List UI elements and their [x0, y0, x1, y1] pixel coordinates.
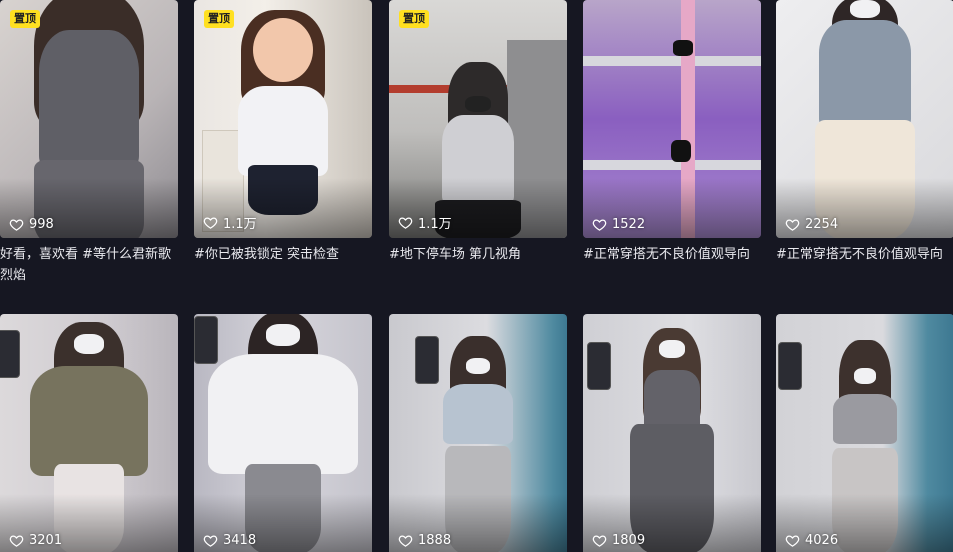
video-card[interactable]: 置顶 998 好看，喜欢看 #等什么君新歌 烈焰	[0, 0, 178, 286]
video-caption[interactable]: #正常穿搭无不良价值观导向	[583, 244, 761, 265]
video-thumbnail[interactable]: 1809	[583, 314, 761, 552]
like-count: 4026	[785, 533, 838, 548]
video-card[interactable]: 3201	[0, 314, 178, 552]
like-count-value: 1809	[612, 533, 646, 548]
heart-icon	[203, 217, 218, 229]
like-count: 1888	[398, 533, 451, 548]
pinned-badge: 置顶	[10, 10, 40, 28]
video-thumbnail[interactable]: 置顶 998	[0, 0, 178, 238]
like-count: 1.1万	[203, 213, 257, 232]
video-card[interactable]: 3418	[194, 314, 372, 552]
like-count: 998	[9, 217, 54, 232]
heart-icon	[9, 535, 24, 547]
video-thumbnail[interactable]: 置顶 1.1万	[389, 0, 567, 238]
like-count-value: 4026	[805, 533, 839, 548]
video-thumbnail[interactable]: 1522	[583, 0, 761, 238]
like-count-value: 3201	[29, 533, 63, 548]
like-count-value: 1.1万	[418, 217, 452, 232]
video-card[interactable]: 1809	[583, 314, 761, 552]
like-count-value: 1.1万	[223, 217, 257, 232]
video-card[interactable]: 4026	[776, 314, 953, 552]
heart-icon	[785, 219, 800, 231]
video-thumbnail[interactable]: 3201	[0, 314, 178, 552]
like-count: 1522	[592, 217, 645, 232]
like-count: 1.1万	[398, 213, 452, 232]
video-grid: 置顶 998 好看，喜欢看 #等什么君新歌 烈焰 置顶 1.1万 #你已被我锁定…	[0, 0, 953, 552]
video-thumbnail[interactable]: 4026	[776, 314, 953, 552]
video-card[interactable]: 1888	[389, 314, 567, 552]
pinned-badge: 置顶	[399, 10, 429, 28]
like-count-value: 1888	[418, 533, 452, 548]
heart-icon	[398, 217, 413, 229]
heart-icon	[592, 219, 607, 231]
video-thumbnail[interactable]: 1888	[389, 314, 567, 552]
heart-icon	[785, 535, 800, 547]
video-caption[interactable]: #正常穿搭无不良价值观导向	[776, 244, 953, 265]
video-card[interactable]: 2254 #正常穿搭无不良价值观导向	[776, 0, 953, 265]
video-caption[interactable]: #你已被我锁定 突击检查	[194, 244, 372, 265]
like-count: 3201	[9, 533, 62, 548]
video-thumbnail[interactable]: 置顶 1.1万	[194, 0, 372, 238]
like-count: 1809	[592, 533, 645, 548]
video-card[interactable]: 置顶 1.1万 #你已被我锁定 突击检查	[194, 0, 372, 265]
video-caption[interactable]: #地下停车场 第几视角	[389, 244, 567, 265]
like-count-value: 1522	[612, 217, 646, 232]
video-thumbnail[interactable]: 2254	[776, 0, 953, 238]
like-count: 3418	[203, 533, 256, 548]
video-card[interactable]: 置顶 1.1万 #地下停车场 第几视角	[389, 0, 567, 265]
heart-icon	[592, 535, 607, 547]
pinned-badge: 置顶	[204, 10, 234, 28]
heart-icon	[203, 535, 218, 547]
video-thumbnail[interactable]: 3418	[194, 314, 372, 552]
like-count-value: 998	[29, 217, 54, 232]
heart-icon	[398, 535, 413, 547]
like-count-value: 3418	[223, 533, 257, 548]
like-count: 2254	[785, 217, 838, 232]
like-count-value: 2254	[805, 217, 839, 232]
heart-icon	[9, 219, 24, 231]
video-caption[interactable]: 好看，喜欢看 #等什么君新歌 烈焰	[0, 244, 178, 286]
video-card[interactable]: 1522 #正常穿搭无不良价值观导向	[583, 0, 761, 265]
